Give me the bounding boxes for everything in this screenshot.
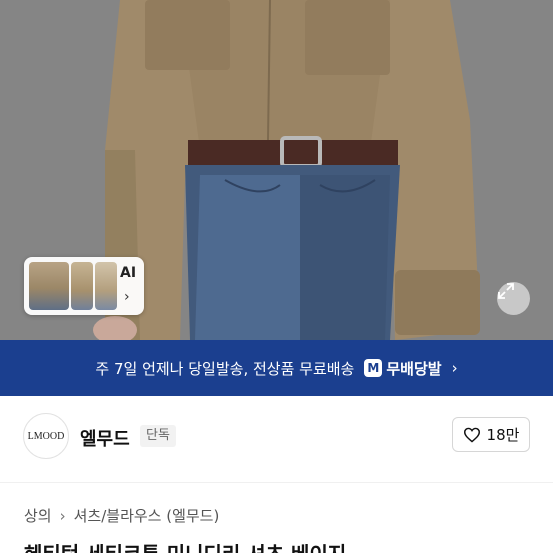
- chevron-right-icon: ›: [59, 506, 66, 525]
- m-logo-icon: M: [364, 359, 383, 377]
- like-button[interactable]: 18만: [452, 417, 530, 452]
- breadcrumb: 상의 › 셔츠/블라우스 (엘무드): [24, 505, 219, 526]
- shipping-banner[interactable]: 주 7일 언제나 당일발송, 전상품 무료배송 M 무배당발 ›: [0, 340, 553, 396]
- breadcrumb-item-top[interactable]: 상의: [24, 505, 52, 526]
- ai-thumbnail-chip[interactable]: AI ›: [24, 257, 144, 315]
- expand-diagonal-icon: [498, 283, 514, 299]
- shop-name[interactable]: 엘무드: [80, 425, 130, 451]
- heart-outline-icon: [463, 427, 480, 443]
- chevron-right-icon: ›: [451, 359, 458, 377]
- free-shipping-badge: M 무배당발: [364, 358, 442, 379]
- shop-row: LMOOD 엘무드 단독 18만: [0, 396, 553, 480]
- product-image[interactable]: AI ›: [0, 0, 553, 340]
- ai-thumbnail-2: [71, 262, 93, 310]
- ai-label: AI: [120, 265, 137, 281]
- exclusive-badge: 단독: [140, 425, 176, 447]
- chevron-right-icon: ›: [124, 289, 130, 305]
- ai-thumbnail-1: [29, 262, 69, 310]
- badge-label: 무배당발: [386, 359, 442, 378]
- like-count: 18만: [486, 426, 520, 444]
- breadcrumb-item-shirts[interactable]: 셔츠/블라우스 (엘무드): [74, 505, 220, 526]
- divider: [0, 482, 553, 483]
- banner-message: 주 7일 언제나 당일발송, 전상품 무료배송: [95, 359, 355, 378]
- product-title: 헤티턴 세티코튼 미니디리 셔츠 베이지: [24, 538, 346, 553]
- shop-logo[interactable]: LMOOD: [23, 413, 69, 459]
- expand-image-button[interactable]: [497, 282, 530, 315]
- ai-thumbnail-3: [95, 262, 117, 310]
